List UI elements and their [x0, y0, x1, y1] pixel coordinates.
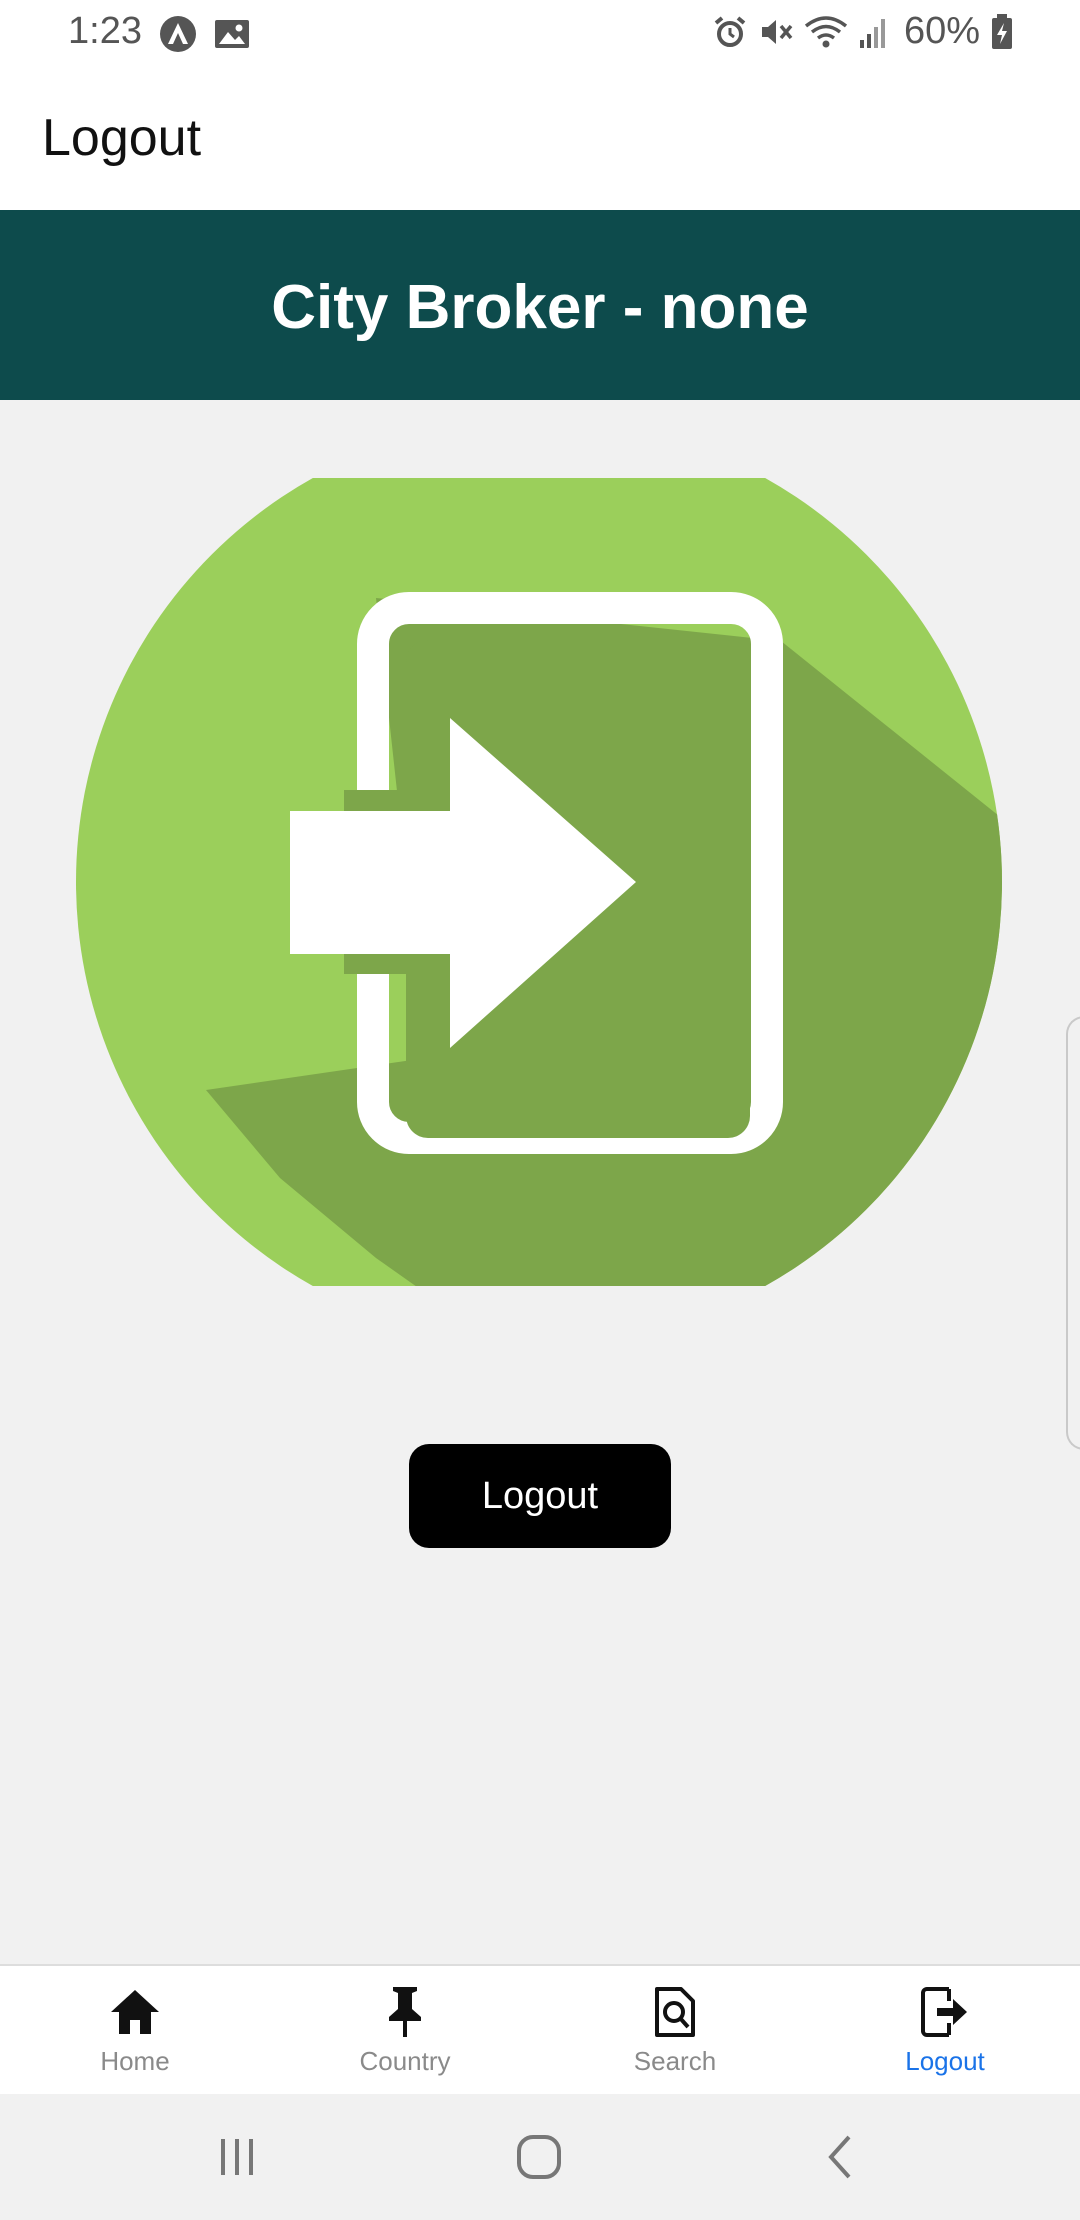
status-right-icons: 60%	[712, 10, 1014, 53]
battery-icon	[992, 13, 1012, 49]
tab-logout[interactable]: Logout	[810, 1966, 1080, 2096]
tab-search[interactable]: Search	[540, 1966, 810, 2096]
alarm-icon	[714, 15, 746, 47]
status-time: 1:23	[68, 10, 142, 52]
logout-button[interactable]: Logout	[409, 1444, 671, 1548]
banner-title: City Broker - none	[271, 272, 809, 342]
logout-illustration-svg	[76, 478, 1002, 1286]
search-document-icon	[647, 1984, 703, 2040]
page-title: Logout	[42, 109, 202, 167]
back-icon[interactable]	[806, 2124, 876, 2190]
tab-home[interactable]: Home	[0, 1966, 270, 2096]
logout-icon	[917, 1984, 973, 2040]
tab-label-search: Search	[633, 2046, 717, 2076]
tab-label-logout: Logout	[905, 2046, 985, 2076]
tab-label-country: Country	[359, 2046, 451, 2076]
image-notification-icon	[215, 20, 249, 48]
home-icon	[107, 1984, 163, 2040]
wifi-icon	[804, 15, 848, 47]
system-nav-bar	[0, 2094, 1080, 2220]
bottom-tab-bar: Home Country Search Logout	[0, 1964, 1080, 2096]
broker-banner: City Broker - none	[0, 210, 1080, 400]
home-circle-icon[interactable]	[504, 2124, 574, 2190]
battery-percentage: 60%	[903, 10, 980, 52]
tab-label-home: Home	[100, 2046, 170, 2076]
signal-icon	[859, 18, 885, 48]
pushpin-icon	[377, 1984, 433, 2040]
recent-apps-icon[interactable]	[202, 2124, 272, 2190]
mute-icon	[761, 19, 793, 44]
status-notification-icons	[158, 14, 252, 54]
status-bar: 1:23 60%	[0, 0, 1080, 64]
tab-country[interactable]: Country	[270, 1966, 540, 2096]
logout-illustration-icon	[76, 478, 1002, 1286]
app-header: Logout	[0, 64, 1080, 210]
side-drawer-handle[interactable]	[1066, 1016, 1080, 1450]
app-notification-icon	[160, 16, 196, 52]
